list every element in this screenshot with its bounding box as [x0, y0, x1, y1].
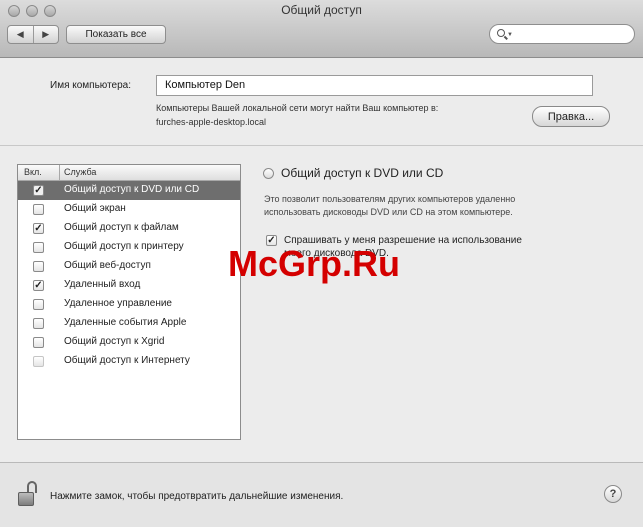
service-checkbox[interactable]: ✓ — [33, 280, 44, 291]
service-checkbox[interactable] — [33, 299, 44, 310]
watermark: McGrp.Ru — [228, 243, 401, 284]
service-checkbox[interactable] — [33, 337, 44, 348]
service-label: Общий доступ к принтеру — [64, 241, 184, 252]
back-forward-control: ◀ ▶ — [7, 25, 59, 44]
service-label: Удаленные события Apple — [64, 317, 187, 328]
lock-icon[interactable] — [18, 481, 40, 507]
computer-local-hostname: furches-apple-desktop.local — [156, 117, 267, 127]
window-title: Общий доступ — [281, 3, 362, 17]
service-label: Общий доступ к Xgrid — [64, 336, 165, 347]
column-divider — [59, 165, 60, 180]
sharing-window: Общий доступ ◀ ▶ Показать все ▼ Имя комп… — [0, 0, 643, 527]
search-field[interactable]: ▼ — [489, 24, 635, 44]
service-description-line2: использовать дисководы DVD или CD на это… — [264, 207, 513, 217]
lock-message: Нажмите замок, чтобы предотвратить дальн… — [50, 491, 344, 502]
service-checkbox[interactable] — [33, 261, 44, 272]
service-checkbox[interactable] — [33, 318, 44, 329]
computer-name-label: Имя компьютера: — [50, 80, 132, 91]
service-checkbox[interactable]: ✓ — [33, 185, 44, 196]
search-icon — [497, 29, 505, 37]
service-description-line1: Это позволит пользователям других компью… — [264, 194, 516, 204]
service-row[interactable]: Удаленное управление — [18, 295, 240, 314]
services-list[interactable]: Вкл. Служба ✓ Общий доступ к DVD или CD Об… — [17, 164, 241, 440]
service-checkbox[interactable] — [33, 242, 44, 253]
service-checkbox[interactable]: ✓ — [33, 223, 44, 234]
computer-name-help-line1: Компьютеры Вашей локальной сети могут на… — [156, 103, 439, 113]
service-detail-title: Общий доступ к DVD или CD — [281, 166, 444, 180]
service-row[interactable]: Общий веб-доступ — [18, 257, 240, 276]
service-label: Общий доступ к DVD или CD — [64, 184, 200, 195]
edit-button[interactable]: Правка... — [532, 106, 610, 127]
divider — [0, 145, 643, 146]
service-label: Общий доступ к Интернету — [64, 355, 190, 366]
service-label: Общий экран — [64, 203, 126, 214]
service-row[interactable]: Общий экран — [18, 200, 240, 219]
show-all-button[interactable]: Показать все — [66, 25, 166, 44]
service-label: Удаленный вход — [64, 279, 141, 290]
service-checkbox[interactable] — [33, 204, 44, 215]
service-row[interactable]: Общий доступ к Интернету — [18, 352, 240, 371]
lock-body — [18, 492, 34, 506]
service-row[interactable]: Общий доступ к Xgrid — [18, 333, 240, 352]
column-header-service[interactable]: Служба — [64, 167, 96, 177]
service-row[interactable]: ✓ Удаленный вход — [18, 276, 240, 295]
service-status-indicator — [263, 168, 274, 179]
service-row[interactable]: Удаленные события Apple — [18, 314, 240, 333]
service-row[interactable]: ✓ Общий доступ к файлам — [18, 219, 240, 238]
help-button[interactable]: ? — [604, 485, 622, 503]
title-bar: Общий доступ ◀ ▶ Показать все ▼ — [0, 0, 643, 58]
service-row[interactable]: Общий доступ к принтеру — [18, 238, 240, 257]
column-header-on[interactable]: Вкл. — [24, 167, 42, 177]
bottom-bar: Нажмите замок, чтобы предотвратить дальн… — [0, 462, 643, 527]
forward-arrow-icon[interactable]: ▶ — [34, 26, 59, 43]
service-label: Удаленное управление — [64, 298, 172, 309]
search-menu-caret-icon: ▼ — [507, 32, 513, 38]
back-arrow-icon[interactable]: ◀ — [8, 26, 34, 43]
service-description: Это позволит пользователям других компью… — [264, 193, 515, 219]
service-label: Общий веб-доступ — [64, 260, 151, 271]
service-row[interactable]: ✓ Общий доступ к DVD или CD — [18, 181, 240, 200]
service-label: Общий доступ к файлам — [64, 222, 179, 233]
computer-name-field[interactable]: Компьютер Den — [156, 75, 593, 96]
services-list-header: Вкл. Служба — [18, 165, 240, 181]
service-checkbox[interactable] — [33, 356, 44, 367]
